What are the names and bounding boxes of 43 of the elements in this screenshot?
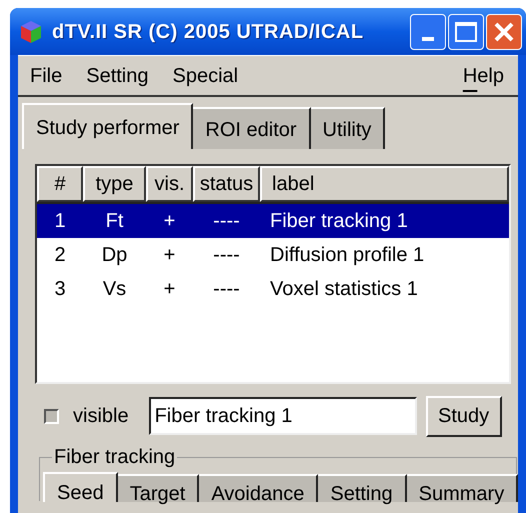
maximize-button[interactable] — [448, 14, 484, 50]
table-cell-text: ---- — [213, 209, 240, 234]
table-cell-text: Dp — [102, 243, 128, 268]
column-header[interactable]: vis. — [146, 166, 193, 202]
close-icon — [493, 20, 515, 42]
close-button[interactable] — [486, 14, 522, 50]
tab[interactable]: Summary — [406, 474, 518, 502]
table-cell-text: Vs — [102, 277, 126, 302]
column-header[interactable]: label — [260, 166, 509, 202]
menu-item[interactable]: Setting — [74, 60, 160, 90]
app-cube-icon — [20, 20, 42, 44]
table-cell-text: ---- — [213, 243, 240, 268]
table-cell-text: Fiber tracking 1 — [270, 209, 408, 234]
table-cell-text: ---- — [213, 277, 240, 302]
tab[interactable]: Setting — [318, 474, 407, 502]
tab[interactable]: ROI editor — [193, 107, 311, 149]
label-input-field[interactable]: Fiber tracking 1 — [148, 397, 417, 435]
table-cell-text: Voxel statistics 1 — [270, 277, 418, 302]
tab[interactable]: Seed — [43, 472, 118, 502]
column-header[interactable]: type — [83, 166, 146, 202]
table-cell-text: + — [164, 243, 176, 268]
checkbox-label: visible — [73, 404, 129, 429]
tab[interactable]: Avoidance — [199, 474, 318, 502]
tab[interactable]: Study performer — [22, 103, 194, 149]
table-cell-text: 1 — [54, 209, 66, 234]
menu-item[interactable]: File — [18, 60, 74, 90]
menu-item[interactable]: Help — [450, 60, 516, 90]
table-cell-text: Diffusion profile 1 — [270, 243, 424, 268]
tab[interactable]: Utility — [310, 107, 386, 149]
table-cell-text: + — [164, 277, 176, 302]
tab[interactable]: Target — [118, 474, 200, 502]
window-title: dTV.II SR (C) 2005 UTRAD/ICAL — [52, 20, 364, 44]
table-cell-text: 2 — [54, 243, 66, 268]
table-cell-text: 3 — [54, 277, 66, 302]
visible-checkbox[interactable] — [44, 408, 59, 424]
table-cell-text: + — [164, 209, 176, 234]
table-cell-text: Ft — [106, 209, 124, 234]
column-header[interactable]: status — [193, 166, 260, 202]
menu-item[interactable]: Special — [160, 60, 250, 90]
table-row[interactable]: 1 Ft + ---- Fiber tracking 1 — [37, 204, 509, 238]
minimize-button[interactable] — [410, 14, 446, 50]
study-button[interactable]: Study — [426, 396, 502, 436]
column-header[interactable]: # — [37, 166, 83, 202]
